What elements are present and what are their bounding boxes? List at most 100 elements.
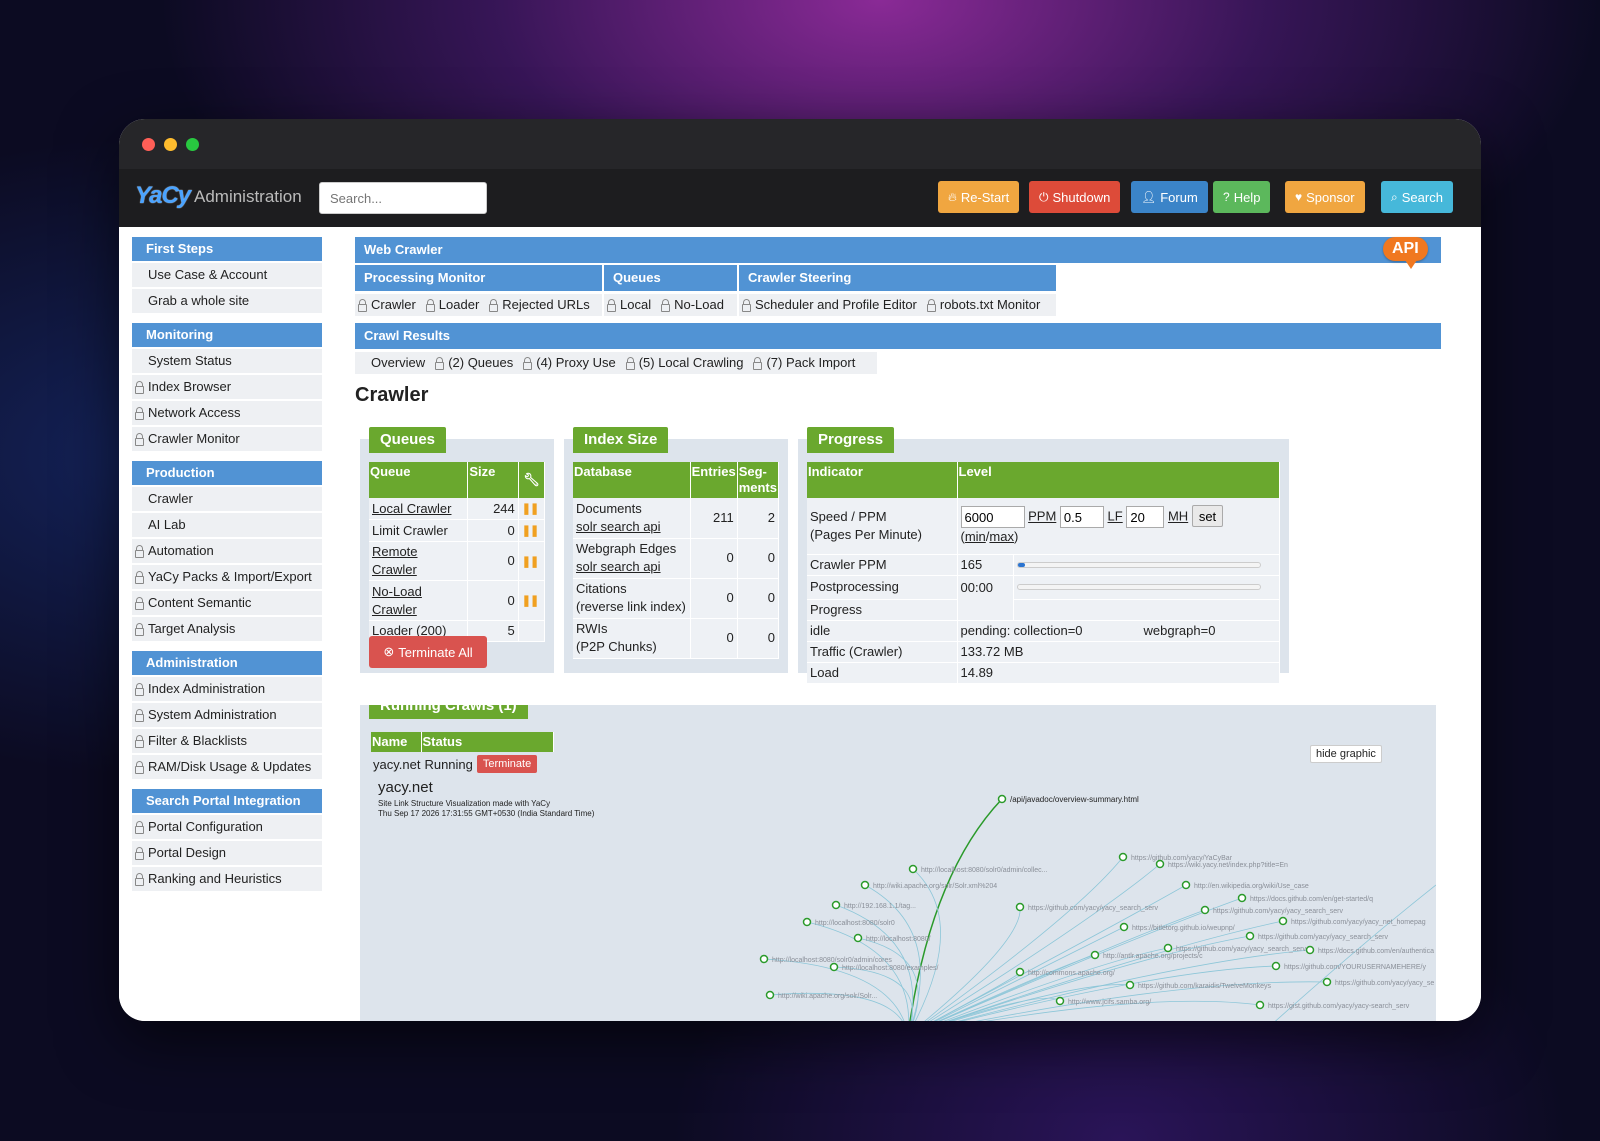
stop-circle-icon: ⊗	[383, 644, 395, 659]
graph-node[interactable]	[1305, 945, 1315, 955]
shutdown-button[interactable]: ⏻ Shutdown	[1029, 181, 1121, 213]
close-window-button[interactable]	[142, 138, 155, 151]
tab-overview[interactable]: Overview	[371, 352, 425, 374]
sidebar-item-ram-disk[interactable]: RAM/Disk Usage & Updates	[132, 755, 322, 779]
lock-icon	[135, 545, 144, 558]
webgraph-segments: 0	[737, 538, 780, 579]
sidebar-item-system-admin[interactable]: System Administration	[132, 703, 322, 727]
graph-node[interactable]	[1271, 961, 1281, 971]
sidebar-item-use-case[interactable]: Use Case & Account	[132, 263, 322, 287]
sponsor-button[interactable]: ♥ Sponsor	[1285, 181, 1365, 213]
graph-node[interactable]	[1200, 905, 1210, 915]
graph-node[interactable]	[1118, 852, 1128, 862]
restart-button[interactable]: 🔥︎ Re-Start	[938, 181, 1020, 213]
pause-icon[interactable]: ❚❚	[522, 503, 539, 515]
remote-crawler-link[interactable]: Remote Crawler	[372, 544, 418, 577]
forum-button[interactable]: 👤︎ Forum	[1131, 181, 1208, 213]
maximize-window-button[interactable]	[186, 138, 199, 151]
mh-input[interactable]	[1126, 506, 1165, 529]
submenu-scheduler[interactable]: Scheduler and Profile Editor	[742, 294, 917, 316]
graph-node[interactable]	[802, 917, 812, 927]
documents-solr-link[interactable]: solr search api	[576, 519, 661, 534]
lf-input[interactable]	[1059, 506, 1104, 529]
lock-icon	[625, 357, 635, 370]
graph-node-label: https://gist.github.com/yacy/yacy-search…	[1268, 1003, 1410, 1010]
graph-node[interactable]	[759, 954, 769, 964]
sidebar-item-automation[interactable]: Automation	[132, 539, 322, 563]
sidebar-item-index-admin[interactable]: Index Administration	[132, 677, 322, 701]
sidebar-item-system-status[interactable]: System Status	[132, 349, 322, 373]
sidebar-item-crawler-monitor[interactable]: Crawler Monitor	[132, 427, 322, 451]
sidebar-item-yacy-packs[interactable]: YaCy Packs & Import/Export	[132, 565, 322, 589]
top-search-input[interactable]	[319, 182, 487, 214]
sidebar-header-first-steps: First Steps	[132, 237, 322, 261]
graph-node[interactable]	[1090, 950, 1100, 960]
tab-pack-import[interactable]: (7) Pack Import	[753, 352, 855, 374]
graph-node[interactable]	[1181, 880, 1191, 890]
menu-web-crawler[interactable]: Web Crawler	[355, 237, 1441, 263]
graph-node[interactable]	[1015, 967, 1025, 977]
pause-icon[interactable]: ❚❚	[522, 525, 539, 537]
sidebar-item-ranking[interactable]: Ranking and Heuristics	[132, 867, 322, 891]
min-link[interactable]: min	[965, 529, 986, 544]
local-crawler-link[interactable]: Local Crawler	[372, 501, 451, 516]
graph-node[interactable]	[860, 880, 870, 890]
graph-node[interactable]	[997, 794, 1007, 804]
search-button[interactable]: ⌕ Search	[1381, 181, 1453, 213]
graph-node[interactable]	[829, 962, 839, 972]
graph-node[interactable]	[1163, 943, 1173, 953]
graph-node[interactable]	[765, 990, 775, 1000]
graph-node[interactable]	[1015, 902, 1025, 912]
menu-processing-monitor[interactable]: Processing Monitor	[355, 265, 602, 291]
submenu-rejected-urls[interactable]: Rejected URLs	[489, 294, 590, 316]
max-link[interactable]: max	[989, 529, 1014, 544]
sidebar-item-label: Ranking and Heuristics	[148, 871, 282, 886]
tab-proxy-use[interactable]: (4) Proxy Use	[523, 352, 616, 374]
sidebar-item-grab-site[interactable]: Grab a whole site	[132, 289, 322, 313]
webgraph-solr-link[interactable]: solr search api	[576, 559, 661, 574]
citations-segments: 0	[737, 578, 780, 619]
sidebar-item-network-access[interactable]: Network Access	[132, 401, 322, 425]
menu-crawler-steering[interactable]: Crawler Steering	[739, 265, 1056, 291]
pause-icon[interactable]: ❚❚	[522, 595, 539, 607]
sidebar-item-target-analysis[interactable]: Target Analysis	[132, 617, 322, 641]
graph-node[interactable]	[908, 864, 918, 874]
menu-crawl-results[interactable]: Crawl Results	[355, 323, 1441, 349]
sidebar-item-index-browser[interactable]: Index Browser	[132, 375, 322, 399]
sidebar-item-crawler[interactable]: Crawler	[132, 487, 322, 511]
menu-queues[interactable]: Queues	[604, 265, 737, 291]
yacy-logo[interactable]: YaCy	[135, 182, 191, 210]
tab-local-crawling[interactable]: (5) Local Crawling	[625, 352, 743, 374]
graph-node[interactable]	[1245, 931, 1255, 941]
ppm-input[interactable]	[960, 506, 1025, 529]
sidebar-item-portal-design[interactable]: Portal Design	[132, 841, 322, 865]
submenu-robots[interactable]: robots.txt Monitor	[926, 294, 1040, 316]
sidebar-item-portal-config[interactable]: Portal Configuration	[132, 815, 322, 839]
graph-node[interactable]	[831, 900, 841, 910]
graph-node[interactable]	[1055, 996, 1065, 1006]
tab-queues[interactable]: (2) Queues	[435, 352, 513, 374]
submenu-loader[interactable]: Loader	[425, 294, 479, 316]
submenu-crawler[interactable]: Crawler	[358, 294, 416, 316]
submenu-no-load[interactable]: No-Load	[661, 294, 724, 316]
noload-crawler-link[interactable]: No-Load Crawler	[372, 584, 422, 617]
graph-node[interactable]	[1255, 1000, 1265, 1010]
graph-node[interactable]	[1119, 922, 1129, 932]
graph-node[interactable]	[1155, 859, 1165, 869]
minimize-window-button[interactable]	[164, 138, 177, 151]
submenu-local[interactable]: Local	[607, 294, 651, 316]
terminate-all-button[interactable]: ⊗ Terminate All	[369, 636, 487, 668]
graph-node[interactable]	[1322, 977, 1332, 987]
sidebar-item-ai-lab[interactable]: AI Lab	[132, 513, 322, 537]
sidebar-item-content-semantic[interactable]: Content Semantic	[132, 591, 322, 615]
graph-node[interactable]	[1125, 980, 1135, 990]
set-speed-button[interactable]: set	[1191, 505, 1224, 528]
pause-icon[interactable]: ❚❚	[522, 556, 539, 568]
api-badge[interactable]: API	[1383, 237, 1428, 269]
sidebar-item-filter-blacklists[interactable]: Filter & Blacklists	[132, 729, 322, 753]
link-structure-graph[interactable]: /api/javadoc/overview-summary.html http:/…	[360, 705, 1436, 1021]
graph-node[interactable]	[853, 933, 863, 943]
graph-node[interactable]	[1278, 916, 1288, 926]
graph-node[interactable]	[1237, 893, 1247, 903]
help-button[interactable]: ? Help	[1213, 181, 1271, 213]
